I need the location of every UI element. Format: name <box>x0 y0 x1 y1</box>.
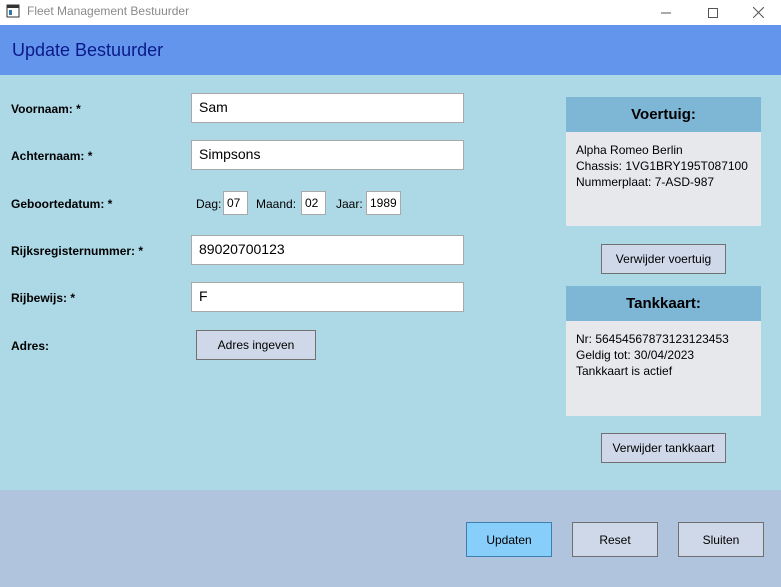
app-icon <box>6 4 20 18</box>
voornaam-label: Voornaam: * <box>11 102 81 116</box>
tankkaart-line: Tankkaart is actief <box>576 364 673 378</box>
dag-label: Dag: <box>196 197 222 211</box>
geboortedatum-label: Geboortedatum: * <box>11 197 113 211</box>
voornaam-field[interactable]: Sam <box>191 93 464 123</box>
verwijder-tankkaart-button[interactable]: Verwijder tankkaart <box>601 433 726 463</box>
tankkaart-line: Geldig tot: 30/04/2023 <box>576 348 695 362</box>
close-window-button[interactable] <box>735 0 781 25</box>
title-bar: Fleet Management Bestuurder <box>0 0 781 25</box>
jaar-label: Jaar: <box>336 197 363 211</box>
verwijder-voertuig-button[interactable]: Verwijder voertuig <box>601 244 726 274</box>
minimize-button[interactable] <box>643 0 689 25</box>
adres-label: Adres: <box>11 339 50 353</box>
close-icon <box>752 7 764 18</box>
tankkaart-line: Nr: 56454567873123123453 <box>576 332 729 346</box>
voertuig-line: Nummerplaat: 7-ASD-987 <box>576 175 715 189</box>
page-header: Update Bestuurder <box>0 25 781 75</box>
updaten-button[interactable]: Updaten <box>466 522 552 557</box>
window-title: Fleet Management Bestuurder <box>27 4 190 18</box>
maximize-icon <box>708 7 718 18</box>
footer-bar: Updaten Reset Sluiten <box>0 490 781 587</box>
voertuig-info: Alpha Romeo Berlin Chassis: 1VG1BRY195T0… <box>566 132 761 226</box>
rijbewijs-field[interactable]: F <box>191 282 464 312</box>
voertuig-title: Voertuig: <box>566 97 761 132</box>
rijbewijs-label: Rijbewijs: * <box>11 291 76 305</box>
minimize-icon <box>661 12 671 13</box>
main-form-area: Voornaam: * Sam Achternaam: * Simpsons G… <box>0 75 781 490</box>
achternaam-label: Achternaam: * <box>11 149 93 163</box>
sluiten-button[interactable]: Sluiten <box>678 522 764 557</box>
achternaam-field[interactable]: Simpsons <box>191 140 464 170</box>
rijksregister-field[interactable]: 89020700123 <box>191 235 464 265</box>
jaar-field[interactable]: 1989 <box>366 191 401 215</box>
maximize-button[interactable] <box>690 0 736 25</box>
reset-button[interactable]: Reset <box>572 522 658 557</box>
voertuig-line: Chassis: 1VG1BRY195T087100 <box>576 159 748 173</box>
maand-label: Maand: <box>256 197 297 211</box>
tankkaart-info: Nr: 56454567873123123453 Geldig tot: 30/… <box>566 321 761 416</box>
rijksregister-label: Rijksregisternummer: * <box>11 244 144 258</box>
voertuig-line: Alpha Romeo Berlin <box>576 143 683 157</box>
adres-ingeven-button[interactable]: Adres ingeven <box>196 330 316 360</box>
maand-field[interactable]: 02 <box>301 191 326 215</box>
dag-field[interactable]: 07 <box>223 191 248 215</box>
tankkaart-title: Tankkaart: <box>566 286 761 321</box>
page-title: Update Bestuurder <box>12 40 164 60</box>
